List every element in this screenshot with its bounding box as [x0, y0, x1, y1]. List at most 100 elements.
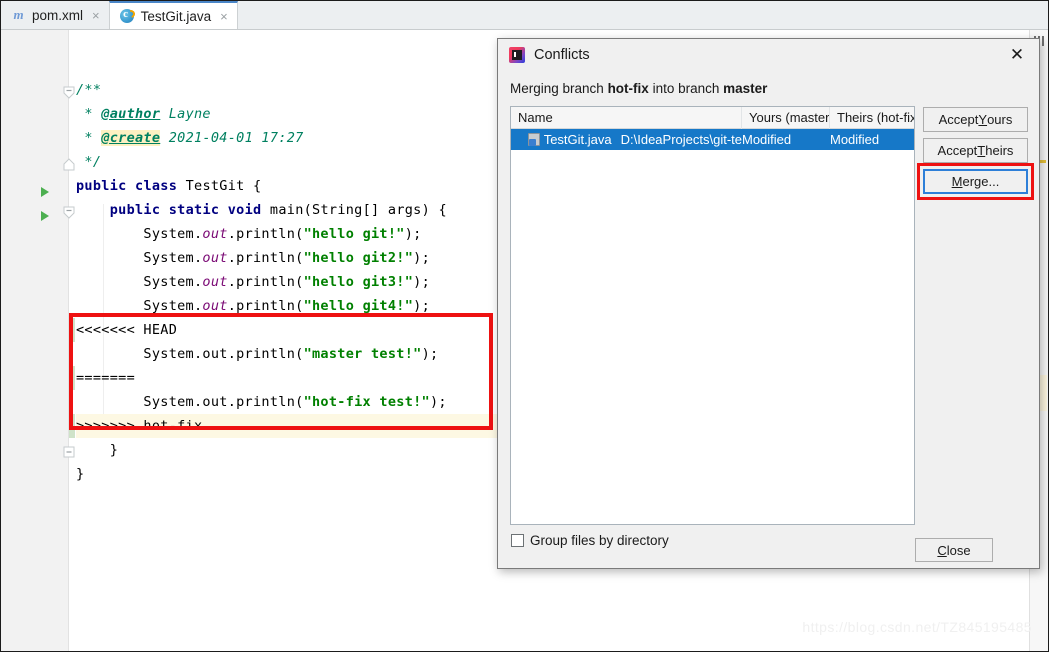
editor-tab-bar: m pom.xml × TestGit.java × — [1, 1, 1048, 30]
dialog-title-bar[interactable]: Conflicts — [498, 39, 1039, 70]
subtitle-branch-from: hot-fix — [607, 81, 649, 96]
fold-close-icon[interactable] — [63, 158, 75, 171]
token-conflict-tail: >>>>>>> hot-fix — [76, 418, 203, 434]
maven-icon: m — [13, 7, 24, 22]
token-println-open: .println( — [227, 274, 304, 290]
fold-open-icon[interactable] — [63, 86, 75, 99]
subtitle-branch-to: master — [723, 81, 768, 96]
dialog-title: Conflicts — [534, 46, 590, 63]
token-field-out: out — [202, 298, 228, 314]
accept-yours-mnemonic: Y — [978, 112, 988, 127]
cell-name: TestGit.java D:\IdeaProjects\git-te — [511, 129, 742, 150]
token-comment-open: /** — [76, 82, 102, 98]
accept-theirs-button[interactable]: Accept Theirs — [923, 138, 1028, 163]
fold-method-end-icon[interactable] — [63, 446, 75, 459]
token-tag-author: @author — [101, 106, 161, 122]
tab-pom-xml-close-icon[interactable]: × — [92, 9, 100, 22]
token-tag-create: @create — [101, 130, 161, 146]
column-header-yours[interactable]: Yours (master) — [742, 106, 830, 129]
token-conflict-sep: ======= — [76, 370, 135, 386]
token-string-hotfix: "hot-fix test!" — [303, 394, 430, 410]
token-system-prefix: System. — [143, 226, 203, 242]
merge-label-post: erge... — [962, 174, 1000, 189]
app-window: m pom.xml × TestGit.java × 1 2 3 4 5 6 7… — [0, 0, 1049, 652]
token-stmt-end: ); — [404, 226, 422, 242]
intellij-idea-icon — [509, 46, 525, 63]
token-system-prefix: System. — [143, 298, 203, 314]
accept-yours-button[interactable]: Accept Yours — [923, 107, 1028, 132]
token-plain-sysout: System.out.println( — [143, 394, 304, 410]
group-files-by-directory-row[interactable]: Group files by directory — [511, 533, 669, 548]
token-stmt-end: ); — [413, 298, 430, 314]
token-stmt-end: ); — [413, 250, 430, 266]
run-method-icon[interactable] — [41, 211, 49, 221]
token-system-prefix: System. — [143, 274, 203, 290]
token-stmt-end: ); — [421, 346, 439, 362]
conflicts-table[interactable]: Name Yours (master) Theirs (hot-fix) Tes… — [510, 106, 915, 525]
token-close-brace-inner: } — [109, 442, 119, 458]
token-string-master: "master test!" — [303, 346, 422, 362]
tab-pom-xml-label: pom.xml — [32, 7, 84, 23]
token-main-signature: main(String[] args) { — [269, 202, 447, 218]
token-kw-public: public — [109, 202, 161, 218]
cell-theirs-status: Modified — [830, 132, 880, 147]
editor-gutter[interactable] — [1, 30, 69, 651]
token-string-git2: "hello git2!" — [303, 250, 414, 266]
table-row[interactable]: TestGit.java D:\IdeaProjects\git-te Modi… — [511, 129, 914, 150]
token-comment-star: * — [76, 130, 102, 146]
merge-button[interactable]: Merge... — [923, 169, 1028, 194]
token-stmt-end: ); — [429, 394, 447, 410]
tab-testgit-java-close-icon[interactable]: × — [220, 10, 228, 23]
dialog-close-icon[interactable]: ✕ — [995, 39, 1039, 70]
change-marker — [69, 414, 75, 438]
token-println-open: .println( — [227, 226, 304, 242]
close-mnemonic: C — [937, 542, 947, 558]
token-string-git1: "hello git!" — [303, 226, 405, 242]
token-stmt-end: ); — [413, 274, 430, 290]
token-comment-star: * — [76, 106, 102, 122]
column-header-name[interactable]: Name — [511, 106, 742, 129]
accept-theirs-label-post: heirs — [985, 143, 1014, 158]
token-field-out: out — [202, 226, 228, 242]
accept-theirs-label-pre: Accept — [937, 143, 978, 158]
tab-testgit-java[interactable]: TestGit.java × — [108, 1, 238, 29]
watermark: https://blog.csdn.net/TZ845195485 — [802, 619, 1032, 635]
java-class-icon — [120, 8, 137, 24]
file-path: D:\IdeaProjects\git-te — [620, 132, 742, 147]
token-println-open: .println( — [227, 298, 304, 314]
change-marker — [69, 366, 75, 390]
token-println-open: .println( — [227, 250, 304, 266]
token-kw-class: class — [135, 178, 178, 194]
token-kw-static: static — [168, 202, 220, 218]
token-plain-sysout: System.out.println( — [143, 346, 304, 362]
conflicts-dialog[interactable]: Conflicts ✕ Merging branch hot-fix into … — [497, 38, 1040, 569]
token-close-brace-outer: } — [76, 466, 85, 482]
token-field-out: out — [202, 274, 228, 290]
close-button[interactable]: Close — [915, 538, 993, 562]
merge-mnemonic: M — [951, 174, 963, 189]
fold-method-icon[interactable] — [63, 206, 75, 219]
token-string-git3: "hello git3!" — [303, 274, 414, 290]
java-file-icon — [528, 133, 540, 146]
token-kw-void: void — [227, 202, 262, 218]
cell-yours-status: Modified — [742, 132, 792, 147]
run-class-icon[interactable] — [41, 187, 49, 197]
subtitle-middle: into branch — [648, 81, 724, 96]
token-conflict-head: <<<<<<< HEAD — [76, 322, 178, 338]
subtitle-prefix: Merging branch — [510, 81, 608, 96]
group-files-checkbox[interactable] — [511, 534, 524, 547]
tab-pom-xml[interactable]: m pom.xml × — [1, 1, 109, 29]
token-comment-close: */ — [76, 154, 102, 170]
token-author-value: Layne — [160, 106, 211, 122]
token-system-prefix: System. — [143, 250, 203, 266]
token-create-value: 2021-04-01 17:27 — [160, 130, 304, 146]
column-header-theirs[interactable]: Theirs (hot-fix) — [830, 107, 914, 129]
token-class-name: TestGit { — [185, 178, 262, 194]
close-label-post: lose — [946, 542, 971, 558]
table-header-row: Name Yours (master) Theirs (hot-fix) — [511, 106, 914, 129]
accept-theirs-mnemonic: T — [977, 143, 986, 158]
token-field-out: out — [202, 250, 228, 266]
token-string-git4: "hello git4!" — [303, 298, 414, 314]
token-kw-public: public — [76, 178, 127, 194]
group-files-label: Group files by directory — [530, 533, 669, 548]
